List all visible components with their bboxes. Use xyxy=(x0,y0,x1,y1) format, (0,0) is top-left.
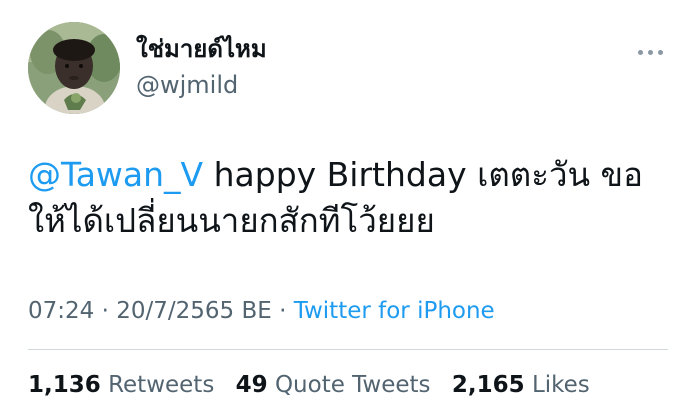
retweets-stat[interactable]: 1,136 Retweets xyxy=(28,372,214,398)
meta-separator: · xyxy=(94,298,117,324)
more-horizontal-icon-dot xyxy=(647,49,653,55)
tweet-text: @Tawan_V happy Birthday เตตะวัน ขอ ให้ได… xyxy=(28,152,668,244)
user-handle[interactable]: @wjmild xyxy=(136,70,238,100)
source-link[interactable]: Twitter for iPhone xyxy=(294,298,495,324)
quote-tweets-label: Quote Tweets xyxy=(274,372,431,398)
likes-label: Likes xyxy=(531,372,590,398)
quote-tweets-stat[interactable]: 49 Quote Tweets xyxy=(236,372,431,398)
avatar[interactable] xyxy=(28,22,120,114)
tweet-card: ใช่มายด์ไหม @wjmild @Tawan_V happy Birth… xyxy=(0,0,696,418)
tweet-meta: 07:24 · 20/7/2565 BE · Twitter for iPhon… xyxy=(28,296,495,326)
display-name[interactable]: ใช่มายด์ไหม xyxy=(136,34,267,64)
divider xyxy=(28,349,668,350)
tweet-stats: 1,136 Retweets 49 Quote Tweets 2,165 Lik… xyxy=(28,370,604,400)
tweet-text-line-1: @Tawan_V happy Birthday เตตะวัน ขอ xyxy=(28,152,668,198)
more-horizontal-icon-dot xyxy=(657,49,663,55)
likes-stat[interactable]: 2,165 Likes xyxy=(452,372,590,398)
mention-link[interactable]: @Tawan_V xyxy=(28,155,203,194)
tweet-text-segment: happy Birthday เตตะวัน ขอ xyxy=(203,155,643,194)
avatar-image xyxy=(28,22,120,114)
more-horizontal-icon xyxy=(637,49,643,55)
tweet-text-line-2: ให้ได้เปลี่ยนนายกสักทีโว้ยยย xyxy=(28,201,435,240)
likes-count: 2,165 xyxy=(451,372,525,398)
more-options-button[interactable] xyxy=(630,38,670,66)
retweets-count: 1,136 xyxy=(28,372,101,398)
meta-separator: · xyxy=(271,298,294,324)
retweets-label: Retweets xyxy=(108,372,215,398)
tweet-date[interactable]: 20/7/2565 BE xyxy=(116,298,272,324)
quote-tweets-count: 49 xyxy=(235,372,268,398)
tweet-time[interactable]: 07:24 xyxy=(28,298,94,324)
